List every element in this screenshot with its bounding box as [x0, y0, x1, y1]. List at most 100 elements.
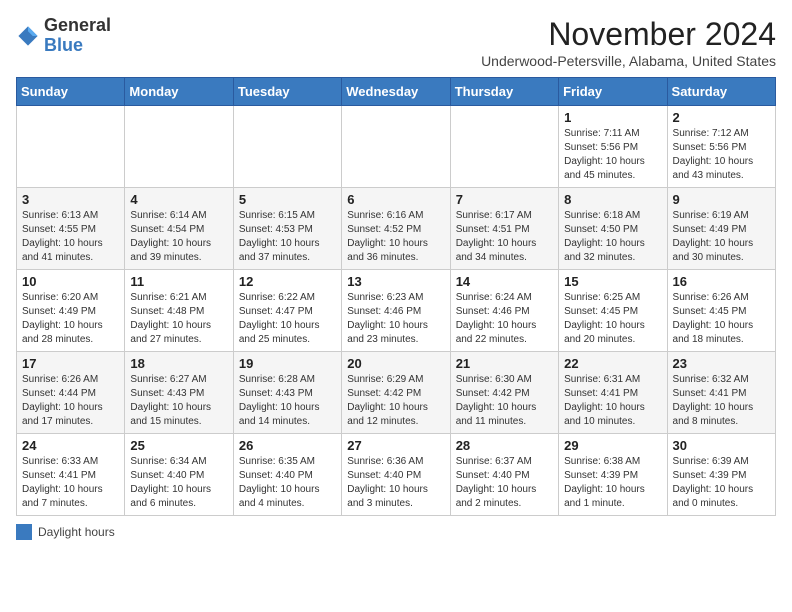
- day-number: 24: [22, 438, 119, 453]
- logo-text: General Blue: [44, 16, 111, 56]
- day-number: 18: [130, 356, 227, 371]
- calendar-cell: 6Sunrise: 6:16 AM Sunset: 4:52 PM Daylig…: [342, 188, 450, 270]
- day-info: Sunrise: 7:12 AM Sunset: 5:56 PM Dayligh…: [673, 127, 770, 183]
- calendar-weekday-friday: Friday: [559, 78, 667, 106]
- legend-box: [16, 524, 32, 540]
- day-number: 22: [564, 356, 661, 371]
- day-number: 3: [22, 192, 119, 207]
- day-info: Sunrise: 6:35 AM Sunset: 4:40 PM Dayligh…: [239, 455, 336, 511]
- calendar-weekday-thursday: Thursday: [450, 78, 558, 106]
- day-info: Sunrise: 6:17 AM Sunset: 4:51 PM Dayligh…: [456, 209, 553, 265]
- logo-general: General: [44, 15, 111, 35]
- day-info: Sunrise: 6:20 AM Sunset: 4:49 PM Dayligh…: [22, 291, 119, 347]
- day-number: 19: [239, 356, 336, 371]
- calendar-cell: 2 Sunrise: 7:12 AM Sunset: 5:56 PM Daylig…: [667, 106, 775, 188]
- calendar-week-1: 1Sunrise: 7:11 AM Sunset: 5:56 PM Daylig…: [17, 106, 776, 188]
- day-info: Sunrise: 6:34 AM Sunset: 4:40 PM Dayligh…: [130, 455, 227, 511]
- day-number: 30: [673, 438, 770, 453]
- calendar-cell: 5 Sunrise: 6:15 AM Sunset: 4:53 PM Daylig…: [233, 188, 341, 270]
- day-number: 16: [673, 274, 770, 289]
- day-info: Sunrise: 6:39 AM Sunset: 4:39 PM Dayligh…: [673, 455, 770, 511]
- calendar-cell: 17Sunrise: 6:26 AM Sunset: 4:44 PM Dayli…: [17, 352, 125, 434]
- day-info: Sunrise: 6:23 AM Sunset: 4:46 PM Dayligh…: [347, 291, 444, 347]
- day-number: 27: [347, 438, 444, 453]
- calendar-table: SundayMondayTuesdayWednesdayThursdayFrid…: [16, 77, 776, 516]
- day-number: 5: [239, 192, 336, 207]
- page-header: General Blue November 2024 Underwood-Pet…: [16, 16, 776, 69]
- calendar-cell: 28Sunrise: 6:37 AM Sunset: 4:40 PM Dayli…: [450, 434, 558, 516]
- calendar-cell: 20Sunrise: 6:29 AM Sunset: 4:42 PM Dayli…: [342, 352, 450, 434]
- calendar-cell: 23Sunrise: 6:32 AM Sunset: 4:41 PM Dayli…: [667, 352, 775, 434]
- day-info: Sunrise: 6:31 AM Sunset: 4:41 PM Dayligh…: [564, 373, 661, 429]
- title-block: November 2024 Underwood-Petersville, Ala…: [481, 16, 776, 69]
- day-number: 29: [564, 438, 661, 453]
- calendar-cell: [450, 106, 558, 188]
- legend-label: Daylight hours: [38, 525, 115, 539]
- day-info: Sunrise: 6:26 AM Sunset: 4:45 PM Dayligh…: [673, 291, 770, 347]
- calendar-cell: 14 Sunrise: 6:24 AM Sunset: 4:46 PM Dayli…: [450, 270, 558, 352]
- day-info: Sunrise: 6:24 AM Sunset: 4:46 PM Dayligh…: [456, 291, 553, 347]
- day-info: Sunrise: 6:25 AM Sunset: 4:45 PM Dayligh…: [564, 291, 661, 347]
- legend: Daylight hours: [16, 524, 776, 540]
- day-number: 17: [22, 356, 119, 371]
- day-number: 12: [239, 274, 336, 289]
- calendar-cell: 19 Sunrise: 6:28 AM Sunset: 4:43 PM Dayli…: [233, 352, 341, 434]
- day-info: Sunrise: 6:28 AM Sunset: 4:43 PM Dayligh…: [239, 373, 336, 429]
- calendar-cell: 26 Sunrise: 6:35 AM Sunset: 4:40 PM Dayli…: [233, 434, 341, 516]
- calendar-cell: 8Sunrise: 6:18 AM Sunset: 4:50 PM Daylig…: [559, 188, 667, 270]
- day-info: Sunrise: 6:15 AM Sunset: 4:53 PM Dayligh…: [239, 209, 336, 265]
- calendar-cell: 11Sunrise: 6:21 AM Sunset: 4:48 PM Dayli…: [125, 270, 233, 352]
- day-info: Sunrise: 6:33 AM Sunset: 4:41 PM Dayligh…: [22, 455, 119, 511]
- calendar-header-row: SundayMondayTuesdayWednesdayThursdayFrid…: [17, 78, 776, 106]
- calendar-cell: 27 Sunrise: 6:36 AM Sunset: 4:40 PM Dayli…: [342, 434, 450, 516]
- day-info: Sunrise: 6:19 AM Sunset: 4:49 PM Dayligh…: [673, 209, 770, 265]
- day-number: 25: [130, 438, 227, 453]
- calendar-weekday-monday: Monday: [125, 78, 233, 106]
- day-number: 4: [130, 192, 227, 207]
- calendar-cell: 10 Sunrise: 6:20 AM Sunset: 4:49 PM Dayli…: [17, 270, 125, 352]
- calendar-cell: 12 Sunrise: 6:22 AM Sunset: 4:47 PM Dayli…: [233, 270, 341, 352]
- day-info: Sunrise: 6:36 AM Sunset: 4:40 PM Dayligh…: [347, 455, 444, 511]
- day-number: 7: [456, 192, 553, 207]
- calendar-cell: [17, 106, 125, 188]
- day-number: 14: [456, 274, 553, 289]
- calendar-weekday-saturday: Saturday: [667, 78, 775, 106]
- calendar-cell: 21Sunrise: 6:30 AM Sunset: 4:42 PM Dayli…: [450, 352, 558, 434]
- calendar-weekday-tuesday: Tuesday: [233, 78, 341, 106]
- calendar-cell: 29 Sunrise: 6:38 AM Sunset: 4:39 PM Dayli…: [559, 434, 667, 516]
- calendar-cell: 3 Sunrise: 6:13 AM Sunset: 4:55 PM Daylig…: [17, 188, 125, 270]
- calendar-week-5: 24 Sunrise: 6:33 AM Sunset: 4:41 PM Dayli…: [17, 434, 776, 516]
- calendar-cell: 13Sunrise: 6:23 AM Sunset: 4:46 PM Dayli…: [342, 270, 450, 352]
- day-number: 23: [673, 356, 770, 371]
- day-number: 21: [456, 356, 553, 371]
- day-number: 15: [564, 274, 661, 289]
- location: Underwood-Petersville, Alabama, United S…: [481, 53, 776, 69]
- calendar-cell: 16 Sunrise: 6:26 AM Sunset: 4:45 PM Dayli…: [667, 270, 775, 352]
- calendar-cell: 22 Sunrise: 6:31 AM Sunset: 4:41 PM Dayli…: [559, 352, 667, 434]
- calendar-cell: 4 Sunrise: 6:14 AM Sunset: 4:54 PM Daylig…: [125, 188, 233, 270]
- day-info: Sunrise: 6:21 AM Sunset: 4:48 PM Dayligh…: [130, 291, 227, 347]
- calendar-cell: 25 Sunrise: 6:34 AM Sunset: 4:40 PM Dayli…: [125, 434, 233, 516]
- logo-icon: [16, 24, 40, 48]
- logo: General Blue: [16, 16, 111, 56]
- calendar-cell: 1Sunrise: 7:11 AM Sunset: 5:56 PM Daylig…: [559, 106, 667, 188]
- calendar-cell: 9Sunrise: 6:19 AM Sunset: 4:49 PM Daylig…: [667, 188, 775, 270]
- calendar-week-4: 17Sunrise: 6:26 AM Sunset: 4:44 PM Dayli…: [17, 352, 776, 434]
- day-number: 10: [22, 274, 119, 289]
- day-info: Sunrise: 6:22 AM Sunset: 4:47 PM Dayligh…: [239, 291, 336, 347]
- day-number: 26: [239, 438, 336, 453]
- calendar-cell: 7 Sunrise: 6:17 AM Sunset: 4:51 PM Daylig…: [450, 188, 558, 270]
- day-info: Sunrise: 6:13 AM Sunset: 4:55 PM Dayligh…: [22, 209, 119, 265]
- day-number: 20: [347, 356, 444, 371]
- day-info: Sunrise: 6:14 AM Sunset: 4:54 PM Dayligh…: [130, 209, 227, 265]
- day-number: 1: [564, 110, 661, 125]
- day-info: Sunrise: 6:18 AM Sunset: 4:50 PM Dayligh…: [564, 209, 661, 265]
- day-info: Sunrise: 6:16 AM Sunset: 4:52 PM Dayligh…: [347, 209, 444, 265]
- day-number: 2: [673, 110, 770, 125]
- calendar-week-3: 10 Sunrise: 6:20 AM Sunset: 4:49 PM Dayli…: [17, 270, 776, 352]
- day-info: Sunrise: 6:27 AM Sunset: 4:43 PM Dayligh…: [130, 373, 227, 429]
- day-info: Sunrise: 6:38 AM Sunset: 4:39 PM Dayligh…: [564, 455, 661, 511]
- calendar-cell: 18 Sunrise: 6:27 AM Sunset: 4:43 PM Dayli…: [125, 352, 233, 434]
- day-info: Sunrise: 6:37 AM Sunset: 4:40 PM Dayligh…: [456, 455, 553, 511]
- calendar-weekday-sunday: Sunday: [17, 78, 125, 106]
